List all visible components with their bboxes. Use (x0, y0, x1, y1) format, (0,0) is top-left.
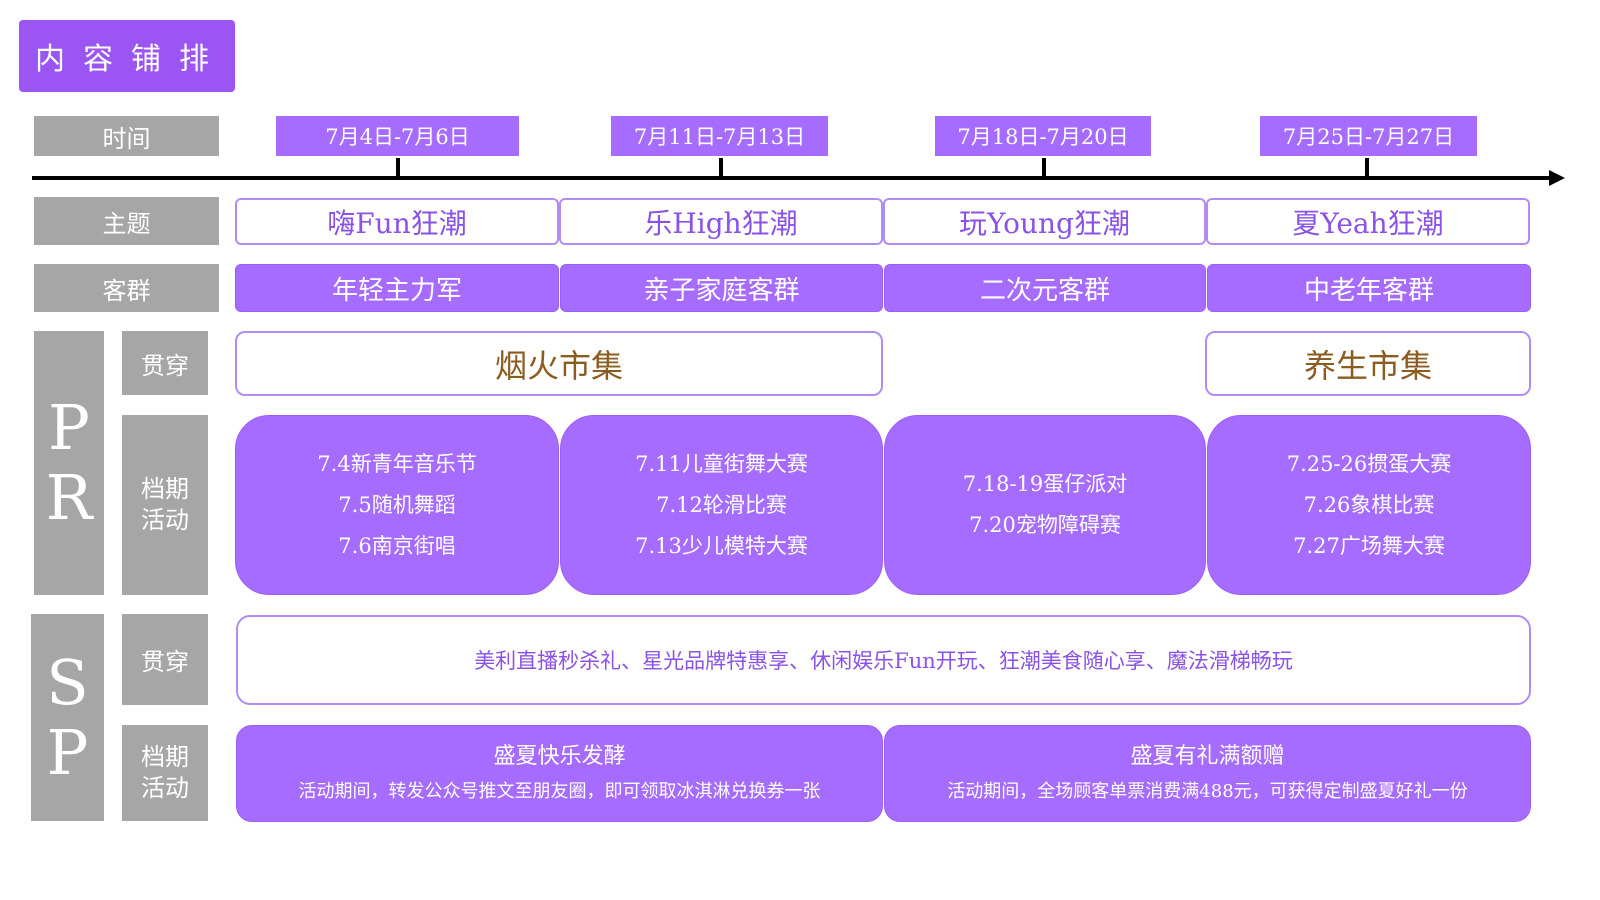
theme-label: 主题 (34, 197, 219, 245)
pr-events-1: 7.4新青年音乐节 7.5随机舞蹈 7.6南京街唱 (235, 415, 559, 595)
date-1: 7月4日-7月6日 (276, 116, 519, 156)
theme-1: 嗨Fun狂潮 (235, 198, 559, 245)
promo-description: 活动期间，全场顾客单票消费满488元，可获得定制盛夏好礼一份 (947, 780, 1468, 802)
group-4: 中老年客群 (1207, 264, 1531, 312)
time-label: 时间 (34, 116, 219, 156)
group-2: 亲子家庭客群 (560, 264, 883, 312)
sp-letter-p: P (46, 715, 89, 789)
sp-letter-s: S (46, 645, 89, 719)
pr-letter-p: P (48, 391, 90, 464)
event-item: 7.12轮滑比赛 (656, 492, 787, 517)
theme-4: 夏Yeah狂潮 (1206, 198, 1530, 245)
sp-throughout-content: 美利直播秒杀礼、星光品牌特惠享、休闲娱乐Fun开玩、狂潮美食随心享、魔法滑梯畅玩 (236, 615, 1531, 705)
event-item: 7.4新青年音乐节 (317, 451, 477, 476)
sp-throughout-label: 贯穿 (122, 614, 208, 705)
event-item: 7.13少儿模特大赛 (635, 533, 808, 558)
pr-letter-r: R (45, 461, 93, 534)
sp-schedule-label: 档期 活动 (122, 725, 208, 821)
event-item: 7.25-26掼蛋大赛 (1286, 451, 1452, 476)
group-1: 年轻主力军 (235, 264, 559, 312)
date-4: 7月25日-7月27日 (1260, 116, 1477, 156)
market-fireworks: 烟火市集 (235, 331, 883, 396)
promo-title: 盛夏有礼满额赠 (1130, 743, 1285, 769)
event-item: 7.6南京街唱 (338, 533, 456, 558)
page-title: 内容铺排 (19, 20, 235, 92)
event-item: 7.20宠物障碍赛 (969, 513, 1121, 537)
theme-3: 玩Young狂潮 (883, 198, 1206, 245)
pr-label: P R (34, 331, 104, 595)
pr-schedule-label: 档期 活动 (122, 415, 208, 595)
group-label: 客群 (34, 264, 219, 312)
timeline-arrow-icon (1549, 170, 1565, 186)
promo-description: 活动期间，转发公众号推文至朋友圈，即可领取冰淇淋兑换券一张 (298, 780, 821, 802)
theme-2: 乐High狂潮 (559, 198, 883, 245)
sp-label: S P (31, 614, 104, 821)
pr-events-4: 7.25-26掼蛋大赛 7.26象棋比赛 7.27广场舞大赛 (1207, 415, 1531, 595)
event-item: 7.11儿童街舞大赛 (635, 451, 808, 476)
group-3: 二次元客群 (884, 264, 1206, 312)
event-item: 7.5随机舞蹈 (338, 492, 456, 517)
pr-throughout-label: 贯穿 (122, 331, 208, 395)
promo-title: 盛夏快乐发酵 (493, 743, 626, 769)
market-wellness: 养生市集 (1205, 331, 1531, 396)
event-item: 7.26象棋比赛 (1303, 492, 1435, 517)
sp-promo-1: 盛夏快乐发酵 活动期间，转发公众号推文至朋友圈，即可领取冰淇淋兑换券一张 (236, 725, 883, 822)
event-item: 7.27广场舞大赛 (1293, 533, 1445, 558)
date-2: 7月11日-7月13日 (611, 116, 828, 156)
pr-events-3: 7.18-19蛋仔派对 7.20宠物障碍赛 (884, 415, 1206, 595)
pr-events-2: 7.11儿童街舞大赛 7.12轮滑比赛 7.13少儿模特大赛 (560, 415, 883, 595)
date-3: 7月18日-7月20日 (935, 116, 1151, 156)
sp-promo-2: 盛夏有礼满额赠 活动期间，全场顾客单票消费满488元，可获得定制盛夏好礼一份 (884, 725, 1531, 822)
event-item: 7.18-19蛋仔派对 (962, 472, 1128, 496)
